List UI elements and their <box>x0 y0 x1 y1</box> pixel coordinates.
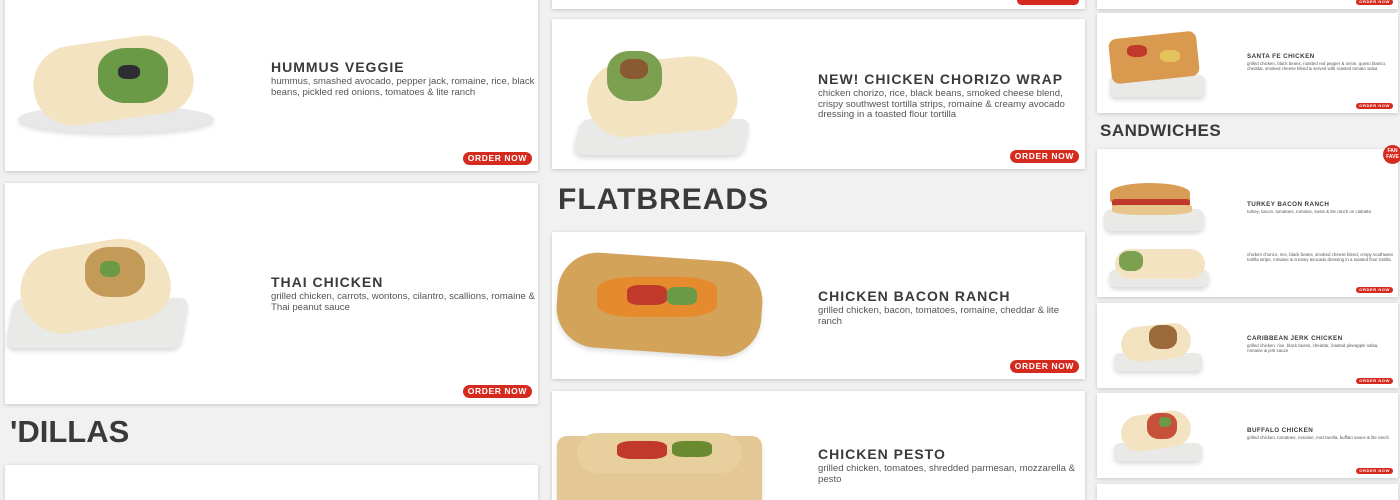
flatbread-image <box>553 247 767 367</box>
menu-card-thai-chicken[interactable]: THAI CHICKEN grilled chicken, carrots, w… <box>5 183 538 404</box>
order-now-button[interactable]: ORDER NOW <box>1009 150 1079 163</box>
item-description: grilled chicken, bacon, tomatoes, romain… <box>818 305 1060 327</box>
menu-card-hummus-veggie[interactable]: HUMMUS VEGGIE hummus, smashed avocado, p… <box>5 0 538 171</box>
order-now-button[interactable]: ORDER NOW <box>1356 378 1393 384</box>
item-description: turkey, bacon, tomatoes, romaine, swiss … <box>1247 209 1371 214</box>
item-name: BUFFALO CHICKEN <box>1247 427 1314 434</box>
fan-fave-badge: FAN FAVE <box>1383 145 1400 164</box>
order-now-button[interactable]: ORDER NOW <box>1356 103 1393 109</box>
menu-card-turkey-bacon-ranch[interactable]: TURKEY BACON RANCH turkey, bacon, tomato… <box>1097 149 1398 297</box>
menu-card-chicken-pesto[interactable]: CHICKEN PESTO grilled chicken, tomatoes,… <box>552 391 1085 500</box>
order-now-button[interactable]: ORDER NOW <box>462 152 532 165</box>
item-name: TURKEY BACON RANCH <box>1247 201 1330 208</box>
wrap-image <box>1107 245 1212 290</box>
menu-card-top-partial[interactable] <box>552 0 1085 9</box>
item-name: THAI CHICKEN <box>271 274 384 290</box>
order-now-button[interactable]: ORDER NOW <box>1356 468 1393 474</box>
section-title-dillas: 'DILLAS <box>10 414 130 449</box>
wrap-image <box>572 29 752 155</box>
order-now-button[interactable] <box>1017 0 1079 5</box>
item-name: CARIBBEAN JERK CHICKEN <box>1247 335 1343 342</box>
wrap-image <box>1109 405 1209 465</box>
item-description: grilled chicken, tomatoes, romaine, mozz… <box>1247 435 1389 440</box>
wrap-image <box>1109 315 1209 375</box>
section-title-flatbreads: FLATBREADS <box>558 183 770 216</box>
item-description: hummus, smashed avocado, pepper jack, ro… <box>271 76 535 98</box>
item-description: grilled chicken, black beans, roasted re… <box>1247 61 1387 71</box>
sandwich-image <box>1102 177 1212 232</box>
item-name: NEW! CHICKEN CHORIZO WRAP <box>818 71 1064 87</box>
wrap-image <box>13 10 223 135</box>
menu-card-top-partial-small[interactable]: ORDER NOW <box>1097 0 1398 9</box>
item-name: CHICKEN PESTO <box>818 446 946 462</box>
item-name: SANTA FE CHICKEN <box>1247 53 1315 60</box>
item-description: grilled chicken, carrots, wontons, cilan… <box>271 291 535 313</box>
menu-page: HUMMUS VEGGIE hummus, smashed avocado, p… <box>0 0 1400 500</box>
item-name: HUMMUS VEGGIE <box>271 59 405 75</box>
flatbread-image <box>557 411 767 500</box>
order-now-button[interactable]: ORDER NOW <box>462 385 532 398</box>
item-name: CHICKEN BACON RANCH <box>818 288 1011 304</box>
item-description: grilled chicken, tomatoes, shredded parm… <box>818 463 1076 485</box>
menu-card-chicken-bacon-ranch[interactable]: CHICKEN BACON RANCH grilled chicken, bac… <box>552 232 1085 379</box>
order-now-button[interactable]: ORDER NOW <box>1009 360 1079 373</box>
menu-card-santa-fe-chicken[interactable]: SANTA FE CHICKEN grilled chicken, black … <box>1097 13 1398 113</box>
menu-card-buffalo-chicken[interactable]: BUFFALO CHICKEN grilled chicken, tomatoe… <box>1097 393 1398 478</box>
item-description-secondary: chicken chorizo, rice, black beans, smok… <box>1247 252 1393 262</box>
menu-card-chicken-chorizo-wrap[interactable]: NEW! CHICKEN CHORIZO WRAP chicken choriz… <box>552 19 1085 169</box>
item-description: chicken chorizo, rice, black beans, smok… <box>818 88 1065 120</box>
menu-card-caribbean-jerk-chicken[interactable]: CARIBBEAN JERK CHICKEN grilled chicken, … <box>1097 303 1398 388</box>
section-title-sandwiches: SANDWICHES <box>1100 121 1222 140</box>
wrap-image <box>5 230 190 358</box>
menu-card-bottom-partial[interactable] <box>1097 484 1398 500</box>
item-description: grilled chicken, rice, black beans, ched… <box>1247 343 1379 353</box>
quesadilla-image <box>1105 25 1210 100</box>
menu-card-placeholder[interactable] <box>5 465 538 500</box>
order-now-button[interactable]: ORDER NOW <box>1356 0 1393 5</box>
order-now-button[interactable]: ORDER NOW <box>1356 287 1393 293</box>
